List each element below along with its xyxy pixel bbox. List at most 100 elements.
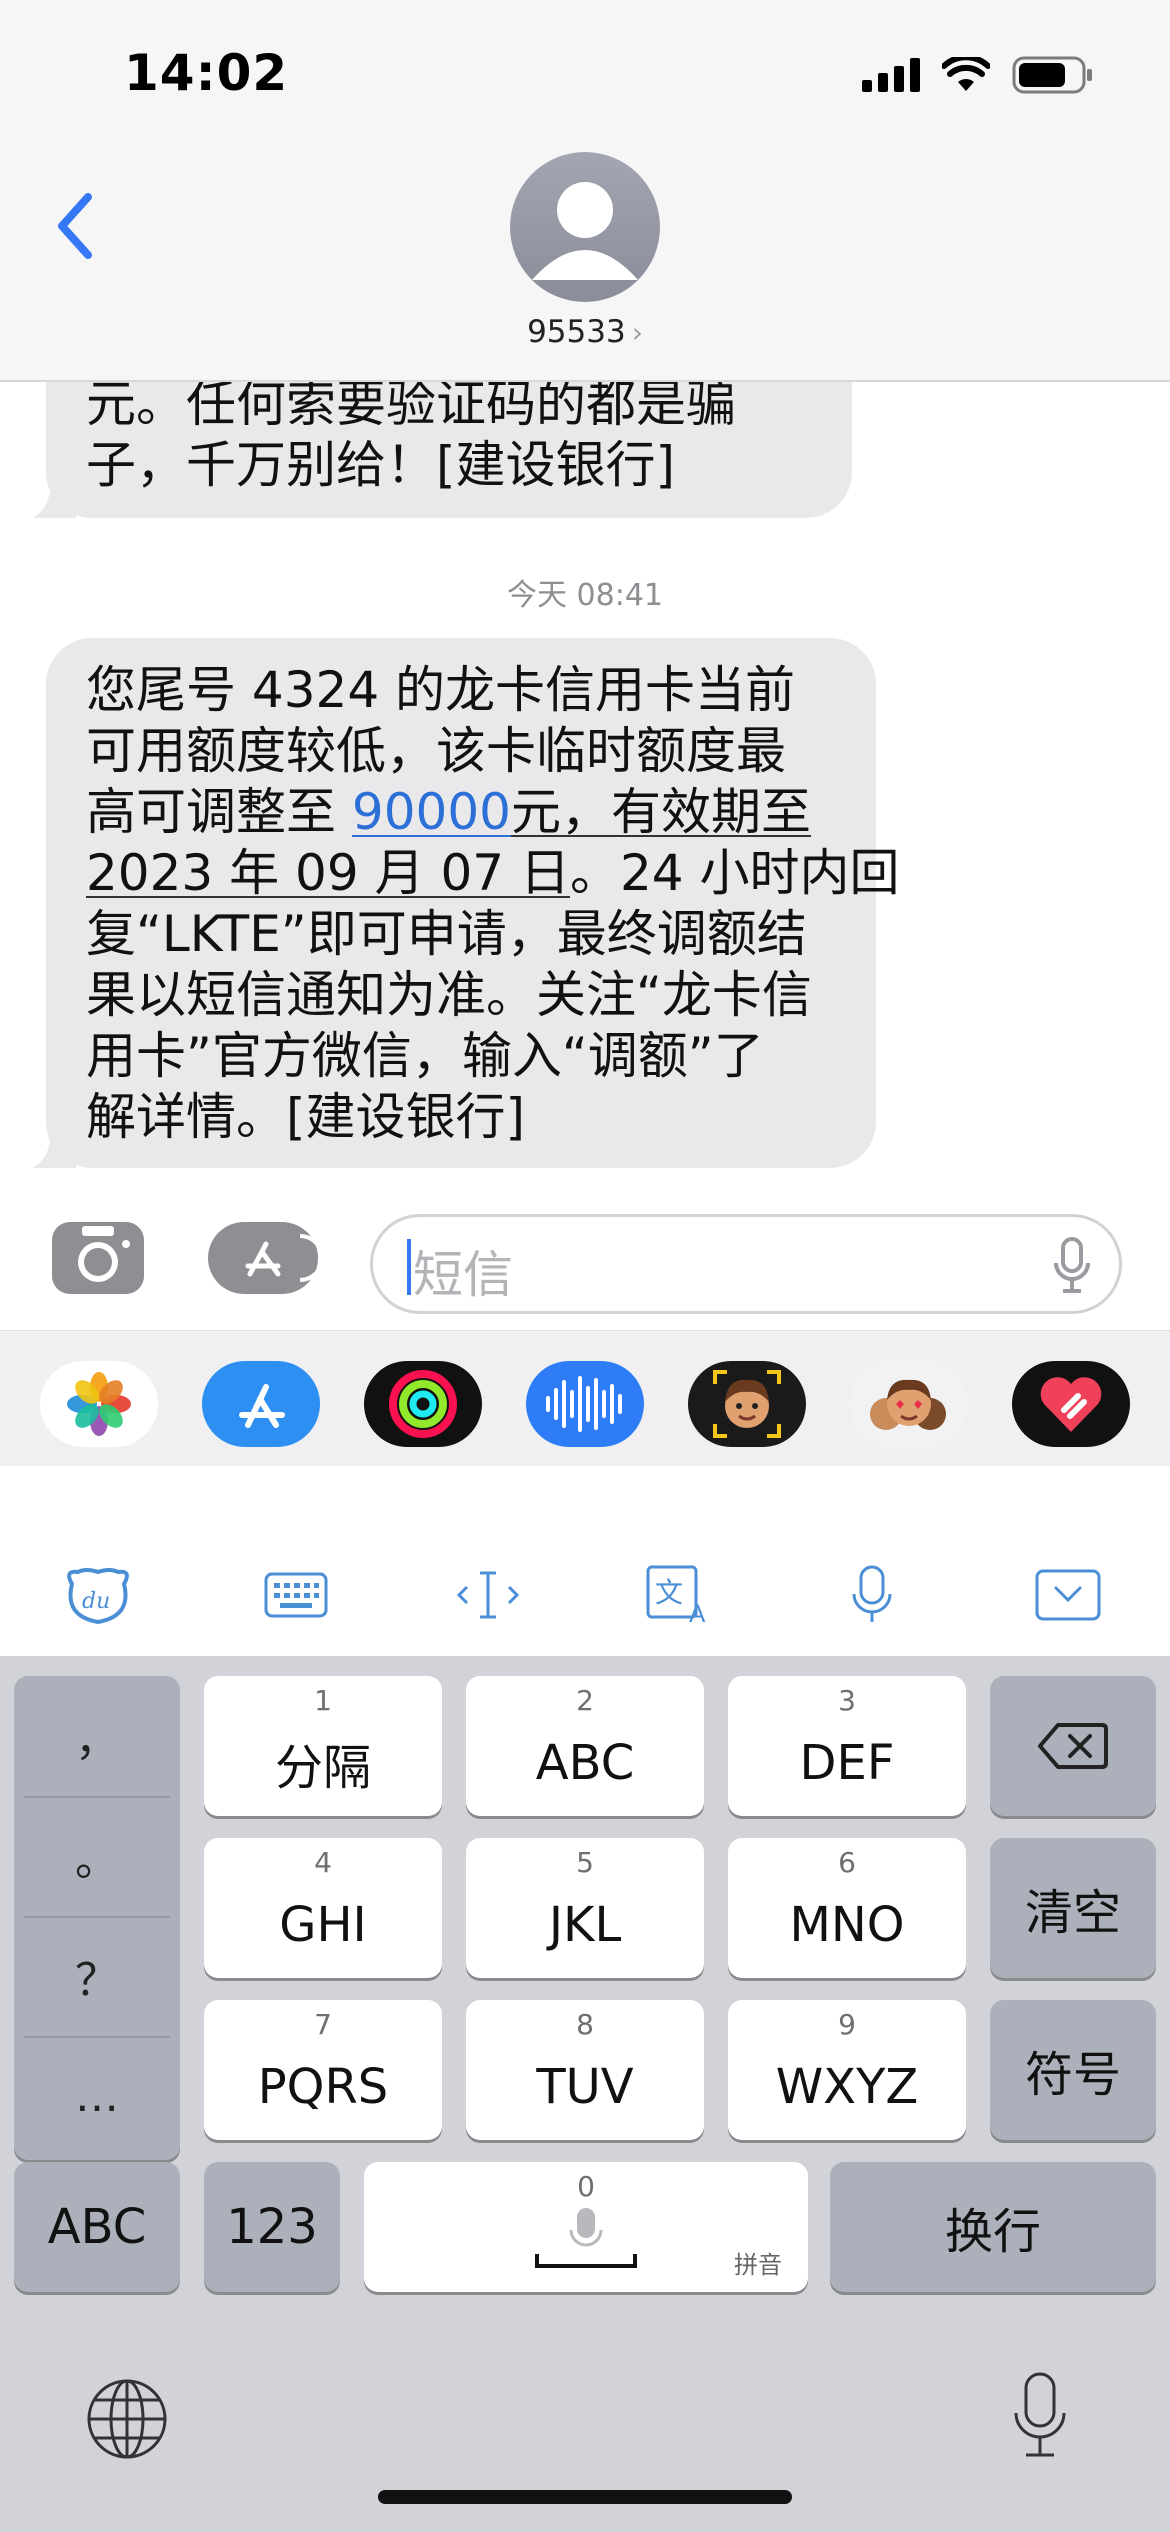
- message-input[interactable]: 短信: [370, 1214, 1122, 1314]
- key-label: ABC: [47, 2199, 147, 2255]
- return-key[interactable]: 换行: [830, 2162, 1156, 2292]
- amount-link[interactable]: 90000: [352, 783, 511, 841]
- cellular-signal-icon: [862, 58, 920, 92]
- numbers-key[interactable]: 123: [204, 2162, 340, 2292]
- globe-button[interactable]: [82, 2374, 172, 2464]
- conversation-header: 14:02 95533 ›: [0, 0, 1170, 382]
- backspace-icon: [1038, 1723, 1108, 1769]
- photos-icon: [67, 1372, 131, 1436]
- space-sublabel: 拼音: [734, 2251, 782, 2279]
- memoji-stickers-icon: [870, 1379, 946, 1430]
- punctuation-column[interactable]: ， 。 ？ …: [14, 1676, 180, 2160]
- space-key[interactable]: 0 拼音: [364, 2162, 808, 2292]
- svg-text:A: A: [689, 1600, 706, 1626]
- key-number: 3: [838, 1684, 856, 1717]
- svg-text:du: du: [82, 1589, 110, 1614]
- contact-name-row[interactable]: 95533 ›: [0, 314, 1170, 350]
- app-store-icon: [245, 1234, 324, 1282]
- key-7[interactable]: 7 PQRS: [204, 2000, 442, 2140]
- voice-input-button[interactable]: [832, 1560, 912, 1630]
- microphone-icon: [852, 1565, 892, 1622]
- key-label: 清空: [1024, 1885, 1121, 1941]
- key-label: JKL: [548, 1897, 622, 1953]
- home-indicator: [378, 2490, 792, 2504]
- globe-icon: [87, 2379, 167, 2459]
- camera-button[interactable]: [52, 1222, 144, 1294]
- key-4[interactable]: 4 GHI: [204, 1838, 442, 1978]
- punct-comma-key[interactable]: ，: [14, 1676, 180, 1796]
- waveform-icon: [546, 1376, 622, 1432]
- delete-key[interactable]: [990, 1676, 1156, 1816]
- baidu-keyboard-button[interactable]: du: [58, 1560, 138, 1630]
- key-number: 0: [577, 2170, 595, 2203]
- message-line: 可用额度较低，该卡临时额度最: [86, 722, 786, 780]
- message-bubble[interactable]: 您尾号 4324 的龙卡信用卡当前 可用额度较低，该卡临时额度最 高可调整至 9…: [32, 638, 900, 1168]
- microphone-icon[interactable]: [1053, 1237, 1091, 1295]
- message-line: 高可调整至 90000元，有效期至: [86, 782, 836, 843]
- key-label: TUV: [536, 2059, 634, 2115]
- microphone-space-icon: [535, 2208, 637, 2268]
- key-number: 2: [576, 1684, 594, 1717]
- memoji-camera-app-button[interactable]: [688, 1361, 806, 1447]
- apps-button[interactable]: [208, 1222, 324, 1294]
- app-drawer: [0, 1330, 1170, 1466]
- digital-touch-app-button[interactable]: [1012, 1361, 1130, 1447]
- text-cursor-icon: [456, 1571, 520, 1619]
- key-label: 123: [226, 2199, 318, 2255]
- key-label: MNO: [789, 1897, 905, 1953]
- heart-icon: [1040, 1377, 1102, 1432]
- memoji-stickers-app-button[interactable]: [850, 1361, 968, 1447]
- wifi-icon: [942, 57, 990, 91]
- message-timestamp: 今天 08:41: [507, 578, 663, 613]
- key-6[interactable]: 6 MNO: [728, 1838, 966, 1978]
- audio-message-app-button[interactable]: [526, 1361, 644, 1447]
- text-segment: 。24 小时内回: [569, 844, 900, 902]
- chevron-down-box-icon: [1035, 1569, 1101, 1621]
- punct-question-key[interactable]: ？: [14, 1916, 180, 2036]
- key-8[interactable]: 8 TUV: [466, 2000, 704, 2140]
- activity-app-button[interactable]: [364, 1361, 482, 1447]
- chevron-left-icon: [58, 193, 92, 259]
- cursor-move-button[interactable]: [448, 1560, 528, 1630]
- app-store-app-button[interactable]: [202, 1361, 320, 1447]
- punct-ellipsis-key[interactable]: …: [14, 2036, 180, 2156]
- message-placeholder: 短信: [413, 1246, 513, 1304]
- punct-period-key[interactable]: 。: [14, 1796, 180, 1916]
- text-cursor: [407, 1239, 411, 1295]
- bear-logo-icon: du: [67, 1568, 129, 1625]
- symbols-key[interactable]: 符号: [990, 2000, 1156, 2140]
- message-line: 元。任何索要验证码的都是骗: [86, 375, 736, 433]
- keyboard-toolbar: [0, 1466, 1170, 1656]
- hide-keyboard-button[interactable]: [1028, 1560, 1108, 1630]
- dictation-button[interactable]: [1000, 2366, 1080, 2466]
- key-3[interactable]: 3 DEF: [728, 1676, 966, 1816]
- key-label: DEF: [799, 1735, 895, 1791]
- keyboard-icon: [264, 1572, 328, 1618]
- message-line: 果以短信通知为准。关注“龙卡信: [86, 966, 812, 1024]
- key-number: 1: [314, 1684, 332, 1717]
- key-2[interactable]: 2 ABC: [466, 1676, 704, 1816]
- contact-avatar[interactable]: [510, 152, 660, 302]
- key-9[interactable]: 9 WXYZ: [728, 2000, 966, 2140]
- status-time: 14:02: [124, 44, 289, 102]
- key-label: PQRS: [257, 2059, 389, 2115]
- key-number: 7: [314, 2008, 332, 2041]
- message-line: 用卡”官方微信，输入“调额”了: [86, 1027, 764, 1085]
- photos-app-button[interactable]: [40, 1361, 158, 1447]
- message-line: 子，千万别给！[建设银行]: [86, 436, 676, 494]
- back-button[interactable]: [44, 186, 104, 266]
- key-number: 5: [576, 1846, 594, 1879]
- translate-button[interactable]: 文 A: [640, 1560, 720, 1630]
- clear-key[interactable]: 清空: [990, 1838, 1156, 1978]
- keyboard-switch-button[interactable]: [256, 1560, 336, 1630]
- date-link[interactable]: 2023 年 09 月 07 日: [86, 844, 570, 902]
- translate-icon: 文 A: [646, 1565, 706, 1626]
- key-1[interactable]: 1 分隔: [204, 1676, 442, 1816]
- status-icons: [862, 56, 1094, 94]
- memoji-icon: [713, 1370, 781, 1438]
- person-icon: [532, 182, 638, 280]
- key-number: 9: [838, 2008, 856, 2041]
- text-segment: 高可调整至: [86, 783, 352, 841]
- key-5[interactable]: 5 JKL: [466, 1838, 704, 1978]
- abc-key[interactable]: ABC: [14, 2162, 180, 2292]
